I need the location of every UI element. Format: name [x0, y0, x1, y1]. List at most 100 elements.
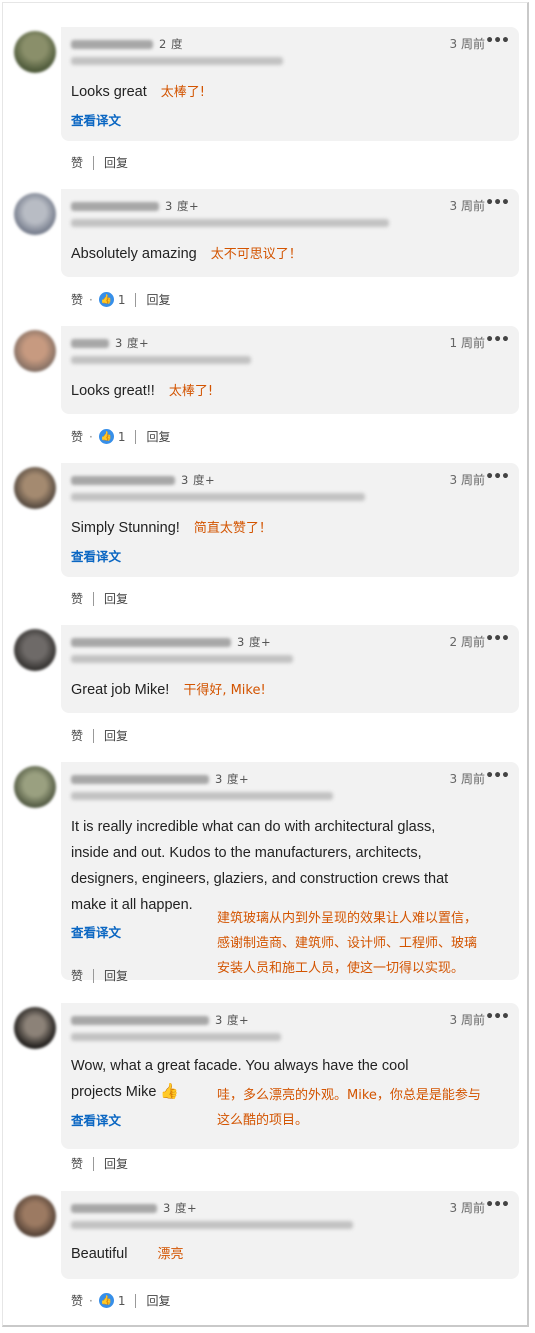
reply-button[interactable]: 回复 [104, 590, 128, 607]
blurred-headline [71, 493, 365, 501]
more-dots-icon[interactable]: ••• [485, 768, 510, 784]
like-button[interactable]: 赞 [71, 1155, 83, 1172]
connection-degree: 3 度+ [165, 199, 200, 213]
reply-button[interactable]: 回复 [104, 154, 128, 171]
divider [93, 1156, 95, 1171]
reply-button[interactable]: 回复 [146, 291, 170, 308]
comment-translation: 简直太赞了！ [193, 521, 272, 536]
timestamp: 3 周前 [449, 37, 485, 51]
blurred-headline [71, 356, 251, 364]
see-translation-link[interactable]: 查看译文 [71, 1110, 121, 1129]
reply-button[interactable]: 回复 [104, 1155, 128, 1172]
like-button[interactable]: 赞 [71, 154, 83, 171]
divider [93, 591, 95, 606]
comment-actions: 赞 回复 [71, 590, 128, 607]
see-translation-link[interactable]: 查看译文 [71, 546, 121, 565]
author-row: 3 度+ [71, 635, 271, 649]
like-thumb-icon[interactable]: 👍 [98, 1293, 114, 1308]
comments-panel: 2 度 3 周前 ••• Looks great 太棒了! 查看译文 赞 回复 3… [2, 2, 529, 1327]
connection-degree: 3 度+ [115, 336, 150, 350]
more-dots-icon[interactable]: ••• [485, 631, 510, 647]
separator-dot: · [89, 429, 93, 444]
divider [93, 155, 95, 170]
like-button[interactable]: 赞 [71, 727, 83, 744]
reply-button[interactable]: 回复 [146, 1292, 170, 1309]
blurred-headline [71, 1221, 353, 1229]
more-dots-icon[interactable]: ••• [485, 1009, 510, 1025]
reply-button[interactable]: 回复 [104, 727, 128, 744]
blurred-author-name[interactable] [71, 1015, 209, 1025]
avatar[interactable] [14, 1195, 56, 1237]
more-dots-icon[interactable]: ••• [485, 1197, 510, 1213]
avatar[interactable] [14, 330, 56, 372]
blurred-author-name[interactable] [71, 1203, 157, 1213]
comment-translation: 太棒了! [168, 384, 214, 399]
connection-degree: 3 度+ [215, 772, 250, 786]
like-count[interactable]: 1 [118, 1294, 126, 1308]
blurred-author-name[interactable] [71, 637, 231, 647]
blurred-author-name[interactable] [71, 475, 175, 485]
comment-translation: 建筑玻璃从内到外呈现的效果让人难以置信， 感谢制造商、建筑师、设计师、工程师、玻… [217, 906, 477, 981]
avatar[interactable] [14, 31, 56, 73]
blurred-author-name[interactable] [71, 774, 209, 784]
avatar[interactable] [14, 193, 56, 235]
comment-original: Looks great!! [71, 383, 155, 399]
translation-line: 建筑玻璃从内到外呈现的效果让人难以置信， [217, 911, 478, 926]
more-dots-icon[interactable]: ••• [485, 195, 510, 211]
translation-line: 感谢制造商、建筑师、设计师、工程师、玻璃 [217, 936, 478, 951]
divider [93, 728, 95, 743]
comment-translation: 漂亮 [157, 1247, 184, 1262]
avatar[interactable] [14, 467, 56, 509]
see-translation-link[interactable]: 查看译文 [71, 110, 121, 129]
avatar[interactable] [14, 1007, 56, 1049]
comment-bubble: 3 度+ 2 周前 ••• Great job Mike! 干得好, Mike! [61, 625, 519, 713]
comment-translation: 太不可思议了！ [210, 247, 302, 262]
blurred-headline [71, 792, 333, 800]
more-dots-icon[interactable]: ••• [485, 469, 510, 485]
comment-bubble: 3 度+ 3 周前 ••• Beautiful 漂亮 [61, 1191, 519, 1279]
like-button[interactable]: 赞 [71, 291, 83, 308]
avatar[interactable] [14, 629, 56, 671]
blurred-author-name[interactable] [71, 201, 159, 211]
comment-line: designers, engineers, glaziers, and cons… [71, 871, 449, 887]
blurred-author-name[interactable] [71, 39, 153, 49]
divider [135, 429, 137, 444]
like-thumb-icon[interactable]: 👍 [98, 429, 114, 444]
see-translation-link[interactable]: 查看译文 [71, 922, 121, 941]
comment-translation: 干得好, Mike! [183, 683, 266, 698]
connection-degree: 3 度+ [237, 635, 272, 649]
avatar[interactable] [14, 766, 56, 808]
comment-line: It is really incredible what can do with… [71, 819, 436, 835]
reply-button[interactable]: 回复 [146, 428, 170, 445]
comment-actions: 赞 · 👍 1 回复 [71, 428, 171, 445]
comment-actions: 赞 回复 [71, 727, 128, 744]
like-count[interactable]: 1 [118, 293, 126, 307]
comment-text: Looks great!! 太棒了! [71, 378, 213, 405]
connection-degree: 3 度+ [163, 1201, 198, 1215]
divider [135, 292, 137, 307]
comment-original: Simply Stunning! [71, 520, 180, 536]
like-button[interactable]: 赞 [71, 428, 83, 445]
comment-original: Great job Mike! [71, 682, 170, 698]
author-row: 3 度+ [71, 336, 149, 350]
author-row: 3 度+ [71, 473, 215, 487]
blurred-headline [71, 1033, 281, 1041]
like-thumb-icon[interactable]: 👍 [98, 292, 114, 307]
like-button[interactable]: 赞 [71, 590, 83, 607]
comment-bubble: 2 度 3 周前 ••• Looks great 太棒了! 查看译文 [61, 27, 519, 141]
thumbs-up-emoji-icon: 👍 [160, 1083, 180, 1100]
like-button[interactable]: 赞 [71, 967, 83, 984]
blurred-author-name[interactable] [71, 338, 109, 348]
like-button[interactable]: 赞 [71, 1292, 83, 1309]
comment-text: Absolutely amazing 太不可思议了！ [71, 241, 302, 268]
timestamp: 2 周前 [449, 635, 485, 649]
reply-button[interactable]: 回复 [104, 967, 128, 984]
more-dots-icon[interactable]: ••• [485, 332, 510, 348]
comment-actions: 赞 回复 [71, 967, 128, 984]
like-count[interactable]: 1 [118, 430, 126, 444]
timestamp: 3 周前 [449, 473, 485, 487]
comment-text: Simply Stunning! 简直太赞了！ [71, 515, 272, 542]
comment-bubble: 3 度+ 3 周前 ••• Wow, what a great facade. … [61, 1003, 519, 1149]
more-dots-icon[interactable]: ••• [485, 33, 510, 49]
translation-line: 这么酷的项目。 [217, 1113, 309, 1128]
